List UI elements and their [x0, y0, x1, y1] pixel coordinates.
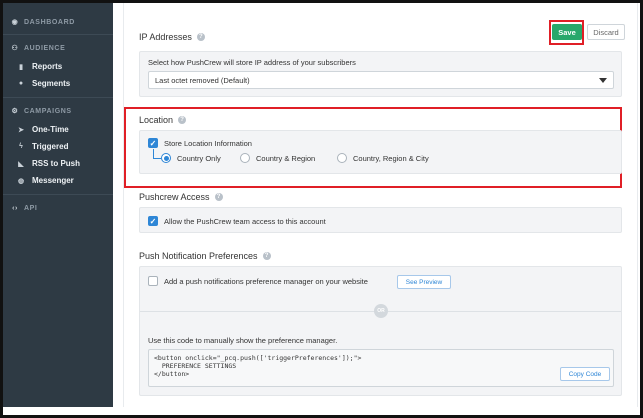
section-title-text: IP Addresses	[139, 32, 192, 42]
app-window: ◉ DASHBOARD ⚇ AUDIENCE ▮ Reports ● Segme…	[0, 0, 643, 418]
radio-button[interactable]	[337, 153, 347, 163]
radio-button[interactable]	[161, 153, 171, 163]
save-button[interactable]: Save	[552, 24, 582, 40]
ip-panel: Select how PushCrew will store IP addres…	[139, 51, 622, 97]
section-title-text: Pushcrew Access	[139, 192, 210, 202]
section-title-text: Location	[139, 115, 174, 125]
sidebar-item-reports[interactable]: ▮ Reports	[3, 58, 113, 75]
campaigns-icon: ⚙	[11, 108, 19, 115]
sidebar-section-label: AUDIENCE	[24, 44, 66, 52]
sidebar-section-audience[interactable]: ⚇ AUDIENCE	[3, 41, 113, 55]
preference-manager-label: Add a push notifications preference mana…	[164, 276, 368, 286]
messenger-icon: ◍	[17, 177, 25, 185]
sidebar-section-label: API	[24, 204, 38, 212]
radio-label: Country & Region	[256, 153, 316, 163]
or-badge: OR	[374, 304, 388, 318]
ip-storage-select-value: Last octet removed (Default)	[155, 75, 250, 85]
sidebar-item-label: RSS to Push	[32, 159, 81, 168]
bolt-icon: ϟ	[19, 143, 23, 150]
sidebar-section-label: DASHBOARD	[24, 18, 75, 26]
help-icon[interactable]: ?	[214, 193, 223, 201]
sidebar-section-api[interactable]: ‹› API	[3, 201, 113, 215]
store-location-row[interactable]: ✓ Store Location Information	[148, 138, 252, 148]
discard-button[interactable]: Discard	[587, 24, 625, 40]
section-title-location: Location ?	[139, 115, 187, 125]
rss-icon: ◣	[18, 160, 24, 168]
chevron-down-icon	[599, 78, 607, 83]
help-icon[interactable]: ?	[262, 252, 271, 260]
sidebar-section-label: CAMPAIGNS	[24, 107, 72, 115]
team-access-checkbox[interactable]: ✓	[148, 216, 158, 226]
sidebar-item-label: Reports	[32, 62, 63, 71]
pie-chart-icon: ●	[18, 80, 24, 87]
sidebar-item-one-time[interactable]: ➤ One-Time	[3, 121, 113, 138]
team-access-label: Allow the PushCrew team access to this a…	[164, 216, 326, 226]
section-title-preferences: Push Notification Preferences ?	[139, 251, 271, 261]
divider	[3, 34, 113, 35]
divider	[3, 97, 113, 98]
radio-option-country-only[interactable]: Country Only	[161, 153, 221, 163]
users-icon: ⚇	[11, 45, 19, 52]
section-title-ip: IP Addresses ?	[139, 32, 205, 42]
sidebar-item-triggered[interactable]: ϟ Triggered	[3, 138, 113, 155]
radio-option-country-region[interactable]: Country & Region	[240, 153, 315, 163]
sidebar-item-label: Segments	[32, 79, 71, 88]
team-access-row[interactable]: ✓ Allow the PushCrew team access to this…	[148, 216, 326, 226]
ip-storage-select[interactable]: Last octet removed (Default)	[148, 71, 614, 89]
settings-content: IP Addresses ? Save Discard Select how P…	[123, 3, 638, 415]
sidebar-item-messenger[interactable]: ◍ Messenger	[3, 172, 113, 189]
preference-manager-row[interactable]: Add a push notifications preference mana…	[148, 276, 368, 286]
store-location-label: Store Location Information	[164, 138, 252, 148]
sidebar-item-rss-to-push[interactable]: ◣ RSS to Push	[3, 155, 113, 172]
access-panel: ✓ Allow the PushCrew team access to this…	[139, 207, 622, 233]
sidebar-section-dashboard[interactable]: ◉ DASHBOARD	[3, 15, 113, 29]
radio-label: Country, Region & City	[353, 153, 429, 163]
main-area: IP Addresses ? Save Discard Select how P…	[113, 3, 640, 415]
code-snippet-box[interactable]: <button onclick="_pcq.push(['triggerPref…	[148, 349, 614, 387]
tree-connector	[153, 149, 161, 159]
section-title-access: Pushcrew Access ?	[139, 192, 223, 202]
sidebar: ◉ DASHBOARD ⚇ AUDIENCE ▮ Reports ● Segme…	[3, 3, 113, 415]
preferences-panel: Add a push notifications preference mana…	[139, 266, 622, 396]
bar-chart-icon: ▮	[19, 63, 23, 71]
sidebar-section-campaigns[interactable]: ⚙ CAMPAIGNS	[3, 104, 113, 118]
sidebar-item-label: One-Time	[32, 125, 69, 134]
code-icon: ‹›	[12, 204, 18, 212]
sidebar-item-segments[interactable]: ● Segments	[3, 75, 113, 92]
sidebar-item-label: Messenger	[32, 176, 74, 185]
sidebar-item-label: Triggered	[32, 142, 69, 151]
radio-option-country-region-city[interactable]: Country, Region & City	[337, 153, 429, 163]
copy-code-button[interactable]: Copy Code	[560, 367, 610, 381]
radio-label: Country Only	[177, 153, 221, 163]
divider	[3, 194, 113, 195]
help-icon[interactable]: ?	[178, 116, 187, 124]
help-icon[interactable]: ?	[196, 33, 205, 41]
ip-description: Select how PushCrew will store IP addres…	[148, 58, 356, 67]
bottom-margin	[3, 407, 640, 415]
radio-button[interactable]	[240, 153, 250, 163]
location-panel: ✓ Store Location Information Country Onl…	[139, 130, 622, 174]
send-icon: ➤	[18, 126, 24, 134]
section-title-text: Push Notification Preferences	[139, 251, 258, 261]
eye-icon: ◉	[11, 19, 19, 26]
store-location-checkbox[interactable]: ✓	[148, 138, 158, 148]
see-preview-button[interactable]: See Preview	[397, 275, 451, 289]
manual-code-label: Use this code to manually show the prefe…	[148, 336, 338, 345]
preference-manager-checkbox[interactable]	[148, 276, 158, 286]
